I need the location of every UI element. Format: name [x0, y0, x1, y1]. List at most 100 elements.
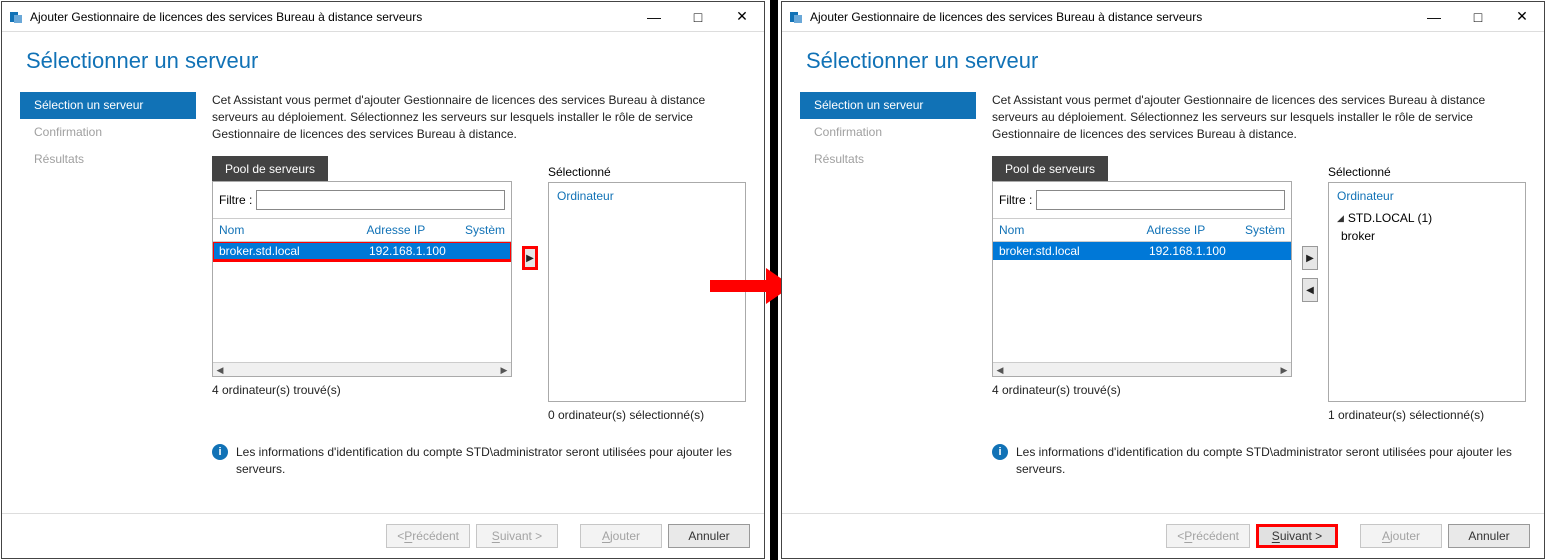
wizard-window-after: Ajouter Gestionnaire de licences des ser…	[781, 1, 1545, 559]
selected-box: Ordinateur	[548, 182, 746, 402]
cancel-button[interactable]: Annuler	[1448, 524, 1530, 548]
server-row-ip: 192.168.1.100	[363, 244, 463, 258]
pool-horizontal-scrollbar[interactable]: ◀ ▶	[213, 362, 511, 376]
next-button[interactable]: Suivant >	[1256, 524, 1338, 548]
next-button: Suivant >	[476, 524, 558, 548]
selected-header: Ordinateur	[549, 183, 745, 209]
filter-input[interactable]	[1036, 190, 1285, 210]
filter-input[interactable]	[256, 190, 505, 210]
col-header-system[interactable]: Systèm	[459, 223, 511, 237]
body-area: Sélection un serveur Confirmation Résult…	[2, 92, 764, 513]
chevron-left-icon: ◀	[1306, 285, 1314, 296]
previous-button: < Précédent	[386, 524, 470, 548]
selected-tree-node-label: broker	[1341, 229, 1375, 243]
col-header-name[interactable]: Nom	[993, 223, 1141, 237]
scroll-right-icon[interactable]: ▶	[497, 363, 511, 377]
description-text: Cet Assistant vous permet d'ajouter Gest…	[212, 92, 746, 142]
selected-tree-domain[interactable]: ◢ STD.LOCAL (1)	[1337, 209, 1517, 227]
titlebar: Ajouter Gestionnaire de licences des ser…	[2, 2, 764, 32]
pool-grid-body: broker.std.local 192.168.1.100	[213, 242, 511, 362]
close-button[interactable]: ✕	[720, 2, 764, 32]
wizard-window-before: Ajouter Gestionnaire de licences des ser…	[1, 1, 765, 559]
scroll-left-icon[interactable]: ◀	[213, 363, 227, 377]
step-results: Résultats	[800, 146, 976, 173]
col-header-ip[interactable]: Adresse IP	[361, 223, 459, 237]
description-text: Cet Assistant vous permet d'ajouter Gest…	[992, 92, 1526, 142]
transfer-buttons: ▶ ◀	[1300, 156, 1320, 302]
pool-grid-header: Nom Adresse IP Systèm	[993, 218, 1291, 242]
window-icon	[8, 9, 24, 25]
filter-label: Filtre :	[219, 193, 252, 207]
info-text: Les informations d'identification du com…	[236, 444, 738, 478]
selected-tree-domain-label: STD.LOCAL (1)	[1348, 211, 1432, 225]
step-results: Résultats	[20, 146, 196, 173]
step-confirmation: Confirmation	[20, 119, 196, 146]
tree-collapse-icon[interactable]: ◢	[1337, 213, 1344, 224]
window-title: Ajouter Gestionnaire de licences des ser…	[30, 10, 632, 24]
add-server-button[interactable]: ▶	[522, 246, 538, 270]
server-row-broker[interactable]: broker.std.local 192.168.1.100	[993, 242, 1291, 260]
selected-count: 1 ordinateur(s) sélectionné(s)	[1328, 408, 1526, 422]
server-pool-box: Filtre : Nom Adresse IP Systèm broker.st…	[212, 181, 512, 377]
step-select-server[interactable]: Sélection un serveur	[800, 92, 976, 119]
body-area: Sélection un serveur Confirmation Résult…	[782, 92, 1544, 513]
pool-found-count: 4 ordinateur(s) trouvé(s)	[212, 383, 512, 397]
tab-server-pool[interactable]: Pool de serveurs	[992, 156, 1108, 182]
selected-box: Ordinateur ◢ STD.LOCAL (1) broker	[1328, 182, 1526, 402]
footer: < Précédent Suivant > Ajouter Annuler	[782, 513, 1544, 558]
chevron-right-icon: ▶	[526, 253, 534, 264]
chevron-right-icon: ▶	[1306, 253, 1314, 264]
pool-found-count: 4 ordinateur(s) trouvé(s)	[992, 383, 1292, 397]
server-row-name: broker.std.local	[993, 244, 1143, 258]
wizard-steps-sidebar: Sélection un serveur Confirmation Résult…	[800, 92, 976, 513]
window-title: Ajouter Gestionnaire de licences des ser…	[810, 10, 1412, 24]
remove-server-button[interactable]: ◀	[1302, 278, 1318, 302]
selected-column: Sélectionné Ordinateur 0 ordinateur(s) s…	[548, 156, 746, 422]
previous-button: < Précédent	[1166, 524, 1250, 548]
selected-count: 0 ordinateur(s) sélectionné(s)	[548, 408, 746, 422]
selected-label: Sélectionné	[548, 156, 746, 182]
step-select-server[interactable]: Sélection un serveur	[20, 92, 196, 119]
info-text: Les informations d'identification du com…	[1016, 444, 1518, 478]
cancel-button[interactable]: Annuler	[668, 524, 750, 548]
minimize-button[interactable]: —	[632, 2, 676, 32]
selected-column: Sélectionné Ordinateur ◢ STD.LOCAL (1) b…	[1328, 156, 1526, 422]
maximize-button[interactable]: □	[676, 2, 720, 32]
scroll-left-icon[interactable]: ◀	[993, 363, 1007, 377]
info-row: i Les informations d'identification du c…	[992, 444, 1526, 478]
filter-label: Filtre :	[999, 193, 1032, 207]
comparison-divider	[770, 0, 778, 560]
add-button: Ajouter	[580, 524, 662, 548]
minimize-button[interactable]: —	[1412, 2, 1456, 32]
selected-header: Ordinateur	[1329, 183, 1525, 209]
server-row-broker[interactable]: broker.std.local 192.168.1.100	[213, 242, 511, 260]
main-panel: Cet Assistant vous permet d'ajouter Gest…	[976, 92, 1526, 513]
titlebar: Ajouter Gestionnaire de licences des ser…	[782, 2, 1544, 32]
info-icon: i	[992, 444, 1008, 460]
pool-horizontal-scrollbar[interactable]: ◀ ▶	[993, 362, 1291, 376]
scroll-right-icon[interactable]: ▶	[1277, 363, 1291, 377]
close-button[interactable]: ✕	[1500, 2, 1544, 32]
page-heading: Sélectionner un serveur	[782, 32, 1544, 92]
transfer-buttons: ▶	[520, 156, 540, 270]
add-button: Ajouter	[1360, 524, 1442, 548]
server-pool-column: Pool de serveurs Filtre : Nom Adresse IP…	[992, 156, 1292, 397]
tab-server-pool[interactable]: Pool de serveurs	[212, 156, 328, 182]
info-icon: i	[212, 444, 228, 460]
add-server-button[interactable]: ▶	[1302, 246, 1318, 270]
server-pool-box: Filtre : Nom Adresse IP Systèm broker.st…	[992, 181, 1292, 377]
server-row-name: broker.std.local	[213, 244, 363, 258]
page-heading: Sélectionner un serveur	[2, 32, 764, 92]
col-header-ip[interactable]: Adresse IP	[1141, 223, 1239, 237]
server-row-ip: 192.168.1.100	[1143, 244, 1243, 258]
pool-grid-body: broker.std.local 192.168.1.100	[993, 242, 1291, 362]
selected-tree-node[interactable]: broker	[1337, 227, 1517, 245]
wizard-steps-sidebar: Sélection un serveur Confirmation Résult…	[20, 92, 196, 513]
footer: < Précédent Suivant > Ajouter Annuler	[2, 513, 764, 558]
col-header-name[interactable]: Nom	[213, 223, 361, 237]
step-confirmation: Confirmation	[800, 119, 976, 146]
main-panel: Cet Assistant vous permet d'ajouter Gest…	[196, 92, 746, 513]
maximize-button[interactable]: □	[1456, 2, 1500, 32]
selected-label: Sélectionné	[1328, 156, 1526, 182]
col-header-system[interactable]: Systèm	[1239, 223, 1291, 237]
